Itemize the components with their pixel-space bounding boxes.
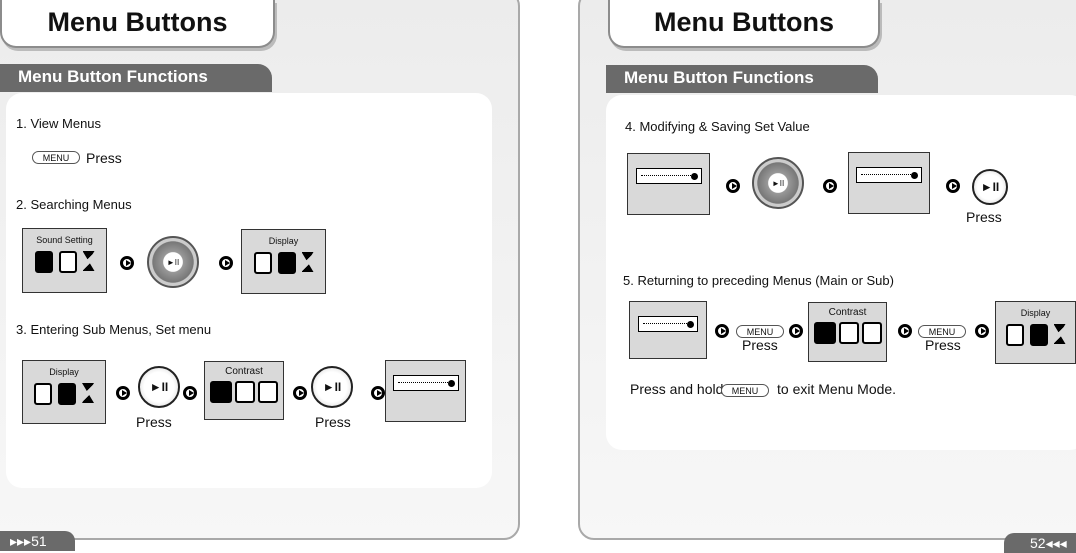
press-label: Press — [925, 337, 961, 353]
hourglass-icon — [82, 251, 95, 271]
monitor-icon — [277, 252, 296, 274]
screen-slider — [629, 301, 707, 359]
screen-contrast: Contrast — [808, 302, 887, 362]
note-text: Press and hold — [630, 381, 724, 397]
screen-display: Display — [22, 360, 106, 424]
monitor-icon — [1029, 324, 1048, 346]
step-heading: 3. Entering Sub Menus, Set menu — [16, 322, 212, 337]
step-heading: 1. View Menus — [16, 116, 102, 131]
arrow-right-icon — [371, 386, 385, 400]
step-heading: 2. Searching Menus — [16, 197, 132, 212]
screen-display: Display — [995, 301, 1076, 364]
speaker-icon — [34, 383, 52, 405]
press-label: Press — [742, 337, 778, 353]
arrow-right-icon — [898, 324, 912, 338]
bulb-icon — [210, 381, 232, 403]
play-pause-icon: ►II — [166, 257, 180, 267]
navigation-wheel-icon: ►II — [147, 236, 199, 288]
press-label: Press — [136, 414, 172, 430]
step-heading: 4. Modifying & Saving Set Value — [625, 119, 810, 134]
speaker-icon — [1005, 324, 1024, 346]
speaker-icon — [253, 252, 272, 274]
arrow-right-icon — [120, 256, 134, 270]
arrow-right-icon — [219, 256, 233, 270]
speaker-icon — [34, 251, 53, 273]
hourglass-icon — [301, 252, 314, 272]
screen-display: Display — [241, 229, 326, 294]
screen-title: Display — [1020, 308, 1051, 318]
arrow-right-icon — [789, 324, 803, 338]
menu-button: MENU — [32, 151, 80, 164]
screen-sound-setting: Sound Setting — [22, 228, 107, 293]
page-number-text: 51 — [31, 533, 47, 549]
page-number-text: 52 — [1030, 535, 1046, 551]
page-title: Menu Buttons — [608, 0, 880, 48]
page-number: ▸▸▸51 — [0, 531, 75, 551]
screen-title: Sound Setting — [36, 235, 93, 245]
play-pause-icon: ►II — [771, 178, 785, 188]
monitor-icon — [58, 251, 77, 273]
section-header: Menu Button Functions — [606, 65, 878, 93]
page-number: 52◂◂◂ — [1004, 533, 1076, 553]
text-icon — [838, 322, 859, 344]
step-heading: 5. Returning to preceding Menus (Main or… — [623, 273, 894, 288]
press-label: Press — [86, 150, 122, 166]
press-label: Press — [966, 209, 1002, 225]
navigation-wheel-icon: ►II — [752, 157, 804, 209]
arrow-right-icon — [715, 324, 729, 338]
arrow-right-icon — [183, 386, 197, 400]
slider-bar — [635, 168, 702, 184]
text-icon — [235, 381, 255, 403]
press-label: Press — [315, 414, 351, 430]
slider-bar — [638, 316, 698, 332]
runner-icon — [258, 381, 278, 403]
arrow-right-icon — [823, 179, 837, 193]
play-pause-button-icon: ►II — [972, 169, 1008, 205]
menu-button: MENU — [721, 384, 769, 397]
slider-bar — [856, 167, 922, 183]
arrow-right-icon — [293, 386, 307, 400]
bulb-icon — [813, 322, 836, 344]
screen-title: Contrast — [828, 307, 867, 318]
hourglass-icon — [82, 383, 94, 403]
arrow-right-icon — [116, 386, 130, 400]
screen-title: Display — [49, 367, 79, 377]
screen-slider — [385, 360, 466, 422]
arrow-right-icon — [975, 324, 989, 338]
play-pause-button-icon: ►II — [311, 366, 353, 408]
play-pause-button-icon: ►II — [138, 366, 180, 408]
arrow-right-icon — [946, 179, 960, 193]
note-text: to exit Menu Mode. — [777, 381, 897, 397]
runner-icon — [861, 322, 882, 344]
arrow-right-icon — [726, 179, 740, 193]
screen-contrast: Contrast — [204, 361, 284, 420]
screen-title: Contrast — [225, 366, 263, 377]
screen-title: Display — [268, 236, 299, 246]
section-header: Menu Button Functions — [0, 64, 272, 92]
monitor-icon — [58, 383, 76, 405]
slider-bar — [392, 375, 459, 391]
page-title: Menu Buttons — [0, 0, 275, 48]
screen-slider — [848, 152, 930, 214]
hourglass-icon — [1053, 324, 1066, 344]
screen-slider — [627, 153, 710, 215]
